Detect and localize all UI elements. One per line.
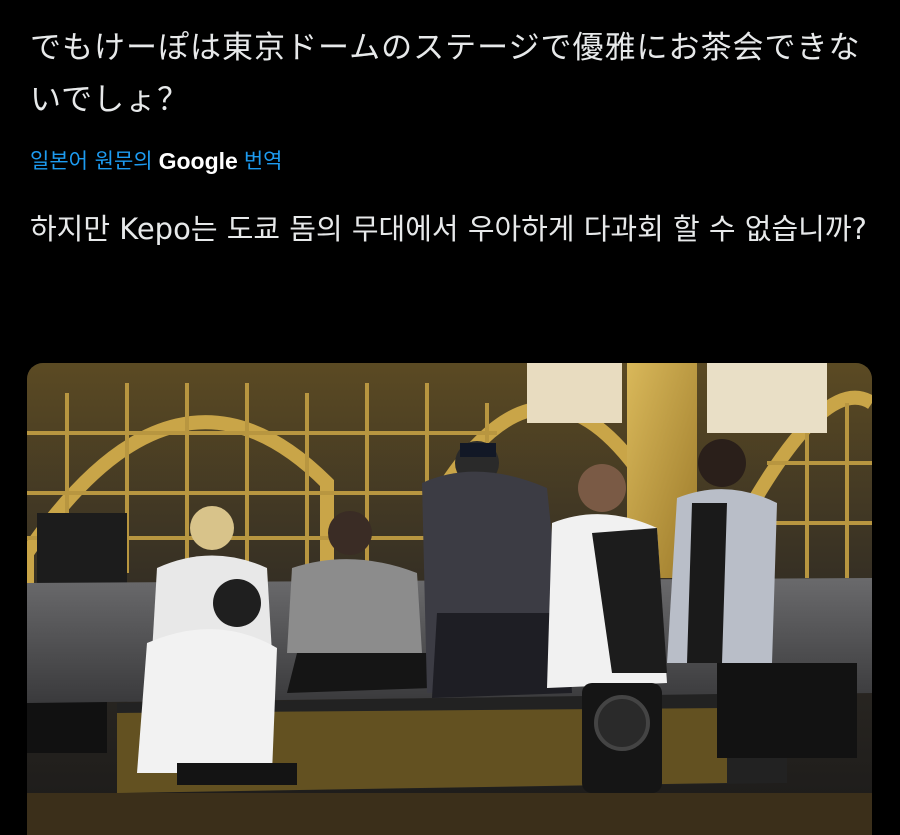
post-photo[interactable] [27, 363, 872, 835]
translate-label[interactable]: 일본어 원문의 Google 번역 [30, 146, 282, 176]
google-logo: Google [158, 148, 238, 174]
photo-image [27, 363, 872, 835]
post-text: でもけーぽは東京ドームのステージで優雅にお茶会できないでしょ？ [30, 30, 861, 118]
translate-suffix: 번역 [243, 149, 283, 173]
translated-text: 하지만 Kepo는 도쿄 돔의 무대에서 우아하게 다과회 할 수 없습니까? [30, 212, 867, 246]
translate-prefix: 일본어 원문의 [30, 149, 153, 173]
